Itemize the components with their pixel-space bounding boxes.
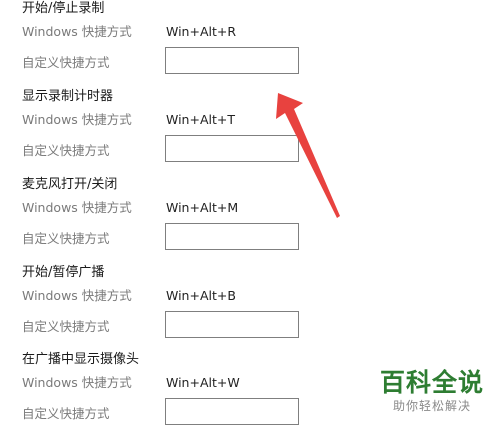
custom-shortcut-input[interactable] [165,311,299,338]
section-title: 开始/停止录制 [22,1,105,16]
custom-shortcut-input[interactable] [165,47,299,74]
section-title: 开始/暂停广播 [22,265,105,280]
windows-shortcut-label: Windows 快捷方式 [22,112,132,127]
watermark: 百科全说 助你轻松解决 [372,368,492,414]
custom-shortcut-label: 自定义快捷方式 [22,143,110,158]
watermark-subtitle: 助你轻松解决 [392,399,471,413]
section-title: 显示录制计时器 [22,89,114,104]
windows-shortcut-value: Win+Alt+B [166,288,236,303]
section-start-stop-recording: 开始/停止录制 Windows 快捷方式 Win+Alt+R 自定义快捷方式 [0,0,500,88]
section-title: 麦克风打开/关闭 [22,177,118,192]
custom-shortcut-input[interactable] [165,398,299,425]
windows-shortcut-label: Windows 快捷方式 [22,375,132,390]
watermark-title: 百科全说 [379,368,484,397]
windows-shortcut-label: Windows 快捷方式 [22,24,132,39]
windows-shortcut-value: Win+Alt+M [166,200,239,215]
custom-shortcut-label: 自定义快捷方式 [22,231,110,246]
custom-shortcut-input[interactable] [165,223,299,250]
windows-shortcut-value: Win+Alt+T [166,112,235,127]
section-start-pause-broadcast: 开始/暂停广播 Windows 快捷方式 Win+Alt+B 自定义快捷方式 [0,264,500,352]
windows-shortcut-label: Windows 快捷方式 [22,200,132,215]
section-title: 在广播中显示摄像头 [22,352,140,367]
custom-shortcut-label: 自定义快捷方式 [22,55,110,70]
custom-shortcut-label: 自定义快捷方式 [22,319,110,334]
section-microphone-toggle: 麦克风打开/关闭 Windows 快捷方式 Win+Alt+M 自定义快捷方式 [0,176,500,264]
custom-shortcut-label: 自定义快捷方式 [22,406,110,421]
shortcut-settings-page: 开始/停止录制 Windows 快捷方式 Win+Alt+R 自定义快捷方式 显… [0,0,500,429]
section-show-recording-timer: 显示录制计时器 Windows 快捷方式 Win+Alt+T 自定义快捷方式 [0,88,500,176]
windows-shortcut-value: Win+Alt+W [166,375,240,390]
windows-shortcut-value: Win+Alt+R [166,24,237,39]
windows-shortcut-label: Windows 快捷方式 [22,288,132,303]
custom-shortcut-input[interactable] [165,135,299,162]
